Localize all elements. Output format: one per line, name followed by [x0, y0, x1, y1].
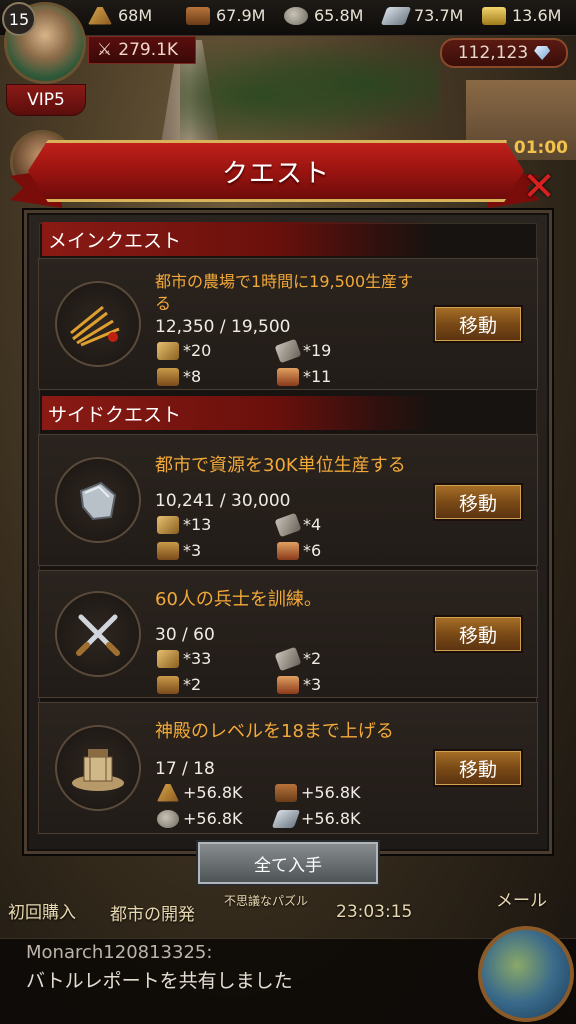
wood-icon — [275, 783, 297, 802]
player-level: 15 — [2, 2, 36, 36]
swords-icon: ⚔ — [97, 40, 113, 60]
speedup-icon — [274, 338, 302, 363]
go-button[interactable]: 移動 — [433, 615, 523, 653]
vip-badge[interactable]: VIP5 — [6, 84, 86, 116]
iron-icon — [380, 6, 412, 25]
quest-title: 60人の兵士を訓練。 — [155, 589, 322, 610]
side-quest-card: 都市で資源を30K単位生産する 10,241 / 30,000 *13 *4 *… — [38, 434, 538, 566]
event-countdown[interactable]: 23:03:15 — [336, 902, 412, 922]
reward-item: *8 — [157, 367, 201, 386]
main-quest-card: 都市の農場で1時間に19,500生産する 12,350 / 19,500 *20… — [38, 258, 538, 390]
speedup-icon — [274, 512, 302, 537]
resource-bar: 68M 67.9M 65.8M 73.7M 13.6M — [0, 0, 576, 36]
reward-item: *19 — [274, 338, 331, 363]
food-pack-icon — [157, 515, 179, 534]
reward-item: *6 — [277, 541, 321, 560]
puzzle-button[interactable]: 不思議なパズル — [224, 894, 316, 908]
reward-item: *3 — [157, 541, 201, 560]
quest-title: 都市で資源を30K単位生産する — [155, 455, 406, 476]
resource-chest-icon — [157, 541, 179, 560]
reward-item: +56.8K — [157, 783, 243, 802]
diamond-icon — [534, 46, 551, 60]
reward-item: *2 — [157, 675, 201, 694]
go-button[interactable]: 移動 — [433, 483, 523, 521]
reward-item: *4 — [274, 512, 321, 537]
gold-icon — [482, 6, 506, 25]
quest-title: 神殿のレベルを18まで上げる — [155, 721, 394, 742]
quest-title: 都市の農場で1時間に19,500生産する — [155, 272, 414, 313]
stone-icon — [284, 6, 308, 25]
claim-all-button[interactable]: 全て入手 — [196, 840, 380, 886]
palm-trees — [180, 30, 440, 140]
mail-button[interactable]: メール — [496, 886, 547, 911]
side-quest-card: 神殿のレベルを18まで上げる 17 / 18 +56.8K +56.8K +56… — [38, 702, 538, 834]
reward-item: *13 — [157, 515, 211, 534]
crossed-swords-icon — [55, 591, 141, 677]
food-pack-icon — [157, 649, 179, 668]
reward-item: *11 — [277, 367, 331, 386]
gold-resource[interactable]: 13.6M — [482, 6, 561, 25]
wood-icon — [186, 6, 210, 25]
side-quest-card: 60人の兵士を訓練。 30 / 60 *33 *2 *2 *3 移動 — [38, 570, 538, 698]
item-box-icon — [277, 675, 299, 694]
quest-progress: 10,241 / 30,000 — [155, 491, 291, 511]
reward-item: *3 — [277, 675, 321, 694]
reward-item: *33 — [157, 649, 211, 668]
temple-icon — [55, 725, 141, 811]
quest-progress: 17 / 18 — [155, 759, 215, 779]
reward-item: *2 — [274, 646, 321, 671]
gauntlet-icon — [55, 457, 141, 543]
speedup-icon — [274, 646, 302, 671]
item-box-icon — [277, 367, 299, 386]
wheat-icon — [157, 783, 179, 802]
go-button[interactable]: 移動 — [433, 305, 523, 343]
quest-progress: 12,350 / 19,500 — [155, 317, 291, 337]
iron-icon — [271, 809, 301, 828]
world-map-globe-icon[interactable] — [478, 926, 574, 1022]
food-resource[interactable]: 68M — [88, 6, 152, 25]
gems-display[interactable]: 112,123 — [440, 38, 568, 68]
power-display: ⚔ 279.1K — [88, 36, 196, 64]
dialog-title: クエスト — [221, 158, 330, 189]
iron-resource[interactable]: 73.7M — [380, 6, 463, 25]
wheat-bundle-icon — [55, 281, 141, 367]
first-purchase-button[interactable]: 初回購入 — [8, 898, 76, 923]
food-pack-icon — [157, 341, 179, 360]
chat-username: Monarch120813325: — [26, 942, 213, 963]
city-dev-button[interactable]: 都市の開発 — [110, 900, 195, 925]
reward-item: +56.8K — [157, 809, 243, 828]
main-quest-header: メインクエスト — [42, 222, 434, 256]
quest-progress: 30 / 60 — [155, 625, 215, 645]
side-quest-header: サイドクエスト — [42, 396, 434, 430]
reward-item: +56.8K — [275, 783, 361, 802]
wheat-icon — [88, 6, 112, 25]
resource-chest-icon — [157, 675, 179, 694]
stone-resource[interactable]: 65.8M — [284, 6, 363, 25]
resource-chest-icon — [157, 367, 179, 386]
chat-message: バトルレポートを共有しました — [26, 970, 293, 992]
close-icon[interactable]: ✕ — [516, 164, 562, 210]
wood-resource[interactable]: 67.9M — [186, 6, 265, 25]
item-box-icon — [277, 541, 299, 560]
stone-icon — [157, 809, 179, 828]
reward-item: +56.8K — [271, 809, 361, 828]
go-button[interactable]: 移動 — [433, 749, 523, 787]
reward-item: *20 — [157, 341, 211, 360]
